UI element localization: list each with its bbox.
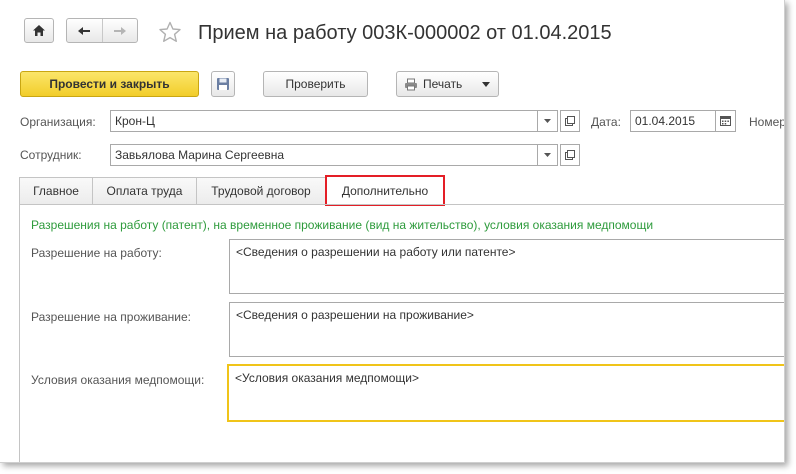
number-label: Номер <box>749 115 785 129</box>
organization-dropdown-button[interactable] <box>538 110 558 132</box>
check-button[interactable]: Проверить <box>263 71 368 97</box>
floppy-disk-icon <box>216 77 230 91</box>
organization-open-button[interactable] <box>560 110 580 132</box>
post-and-close-button[interactable]: Провести и закрыть <box>20 71 199 97</box>
medical-care-label: Условия оказания медпомощи: <box>31 373 205 387</box>
tab-payment[interactable]: Оплата труда <box>92 177 197 204</box>
arrow-right-icon <box>113 26 127 36</box>
medical-care-field[interactable]: <Условия оказания медпомощи> <box>227 364 784 422</box>
star-icon[interactable] <box>158 21 182 43</box>
employee-open-button[interactable] <box>560 144 580 166</box>
work-permit-label: Разрешение на работу: <box>31 246 162 260</box>
home-button[interactable] <box>24 18 54 43</box>
arrow-left-icon <box>77 26 91 36</box>
open-window-icon <box>565 116 575 126</box>
employee-dropdown-button[interactable] <box>538 144 558 166</box>
print-label: Печать <box>423 77 463 91</box>
tab-main[interactable]: Главное <box>19 177 93 204</box>
work-permit-field[interactable]: <Сведения о разрешении на работу или пат… <box>229 239 784 294</box>
print-button[interactable]: Печать <box>396 71 499 97</box>
save-button[interactable] <box>211 71 235 97</box>
dropdown-arrow-icon <box>482 81 490 87</box>
printer-icon <box>404 78 418 91</box>
section-title: Разрешения на работу (патент), на времен… <box>31 218 654 232</box>
employee-label: Сотрудник: <box>20 148 82 162</box>
employee-field[interactable]: Завьялова Марина Сергеевна <box>110 144 538 166</box>
date-label: Дата: <box>591 115 621 129</box>
organization-field[interactable]: Крон-Ц <box>110 110 538 132</box>
chevron-down-icon <box>544 119 551 123</box>
home-icon <box>32 24 46 37</box>
nav-group <box>66 18 138 43</box>
tab-employment-contract[interactable]: Трудовой договор <box>196 177 326 204</box>
forward-button[interactable] <box>103 19 138 42</box>
page-title: Прием на работу 003К-000002 от 01.04.201… <box>198 22 612 44</box>
calendar-icon <box>720 116 731 126</box>
residence-permit-label: Разрешение на проживание: <box>31 310 191 324</box>
residence-permit-field[interactable]: <Сведения о разрешении на проживание> <box>229 302 784 357</box>
date-field[interactable]: 01.04.2015 <box>630 110 716 132</box>
calendar-button[interactable] <box>716 110 736 132</box>
organization-label: Организация: <box>20 115 96 129</box>
chevron-down-icon <box>544 153 551 157</box>
back-button[interactable] <box>67 19 103 42</box>
tab-additional[interactable]: Дополнительно <box>325 175 445 206</box>
open-window-icon <box>565 150 575 160</box>
document-window: Прием на работу 003К-000002 от 01.04.201… <box>0 0 785 463</box>
